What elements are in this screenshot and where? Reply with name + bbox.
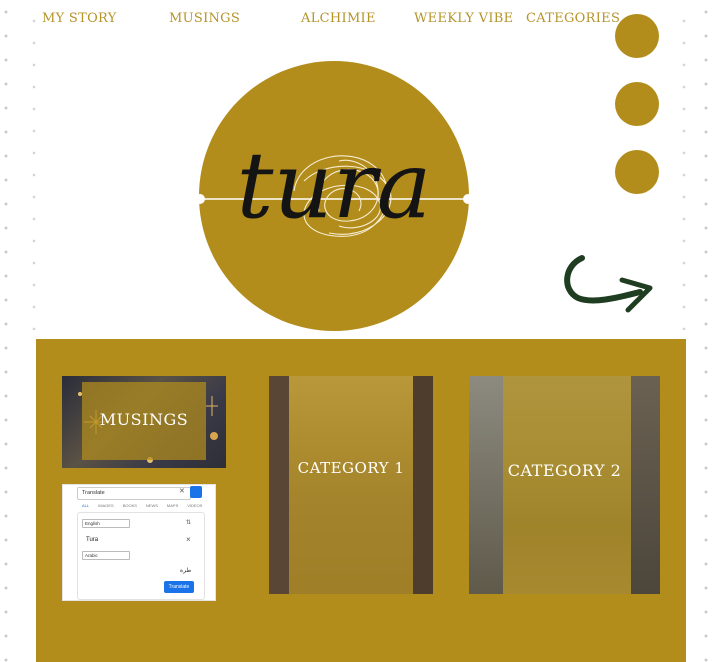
category-2-card[interactable]: CATEGORY 2 xyxy=(469,376,660,594)
category-2-overlay xyxy=(503,376,631,594)
clear-source-icon[interactable]: × xyxy=(186,535,191,544)
search-tabs: ALL IMAGES BOOKS NEWS MAPS VIDEOS xyxy=(82,503,211,508)
tab-images[interactable]: IMAGES xyxy=(98,503,114,508)
curved-arrow-icon xyxy=(564,255,653,313)
category-1-card[interactable]: CATEGORY 1 xyxy=(269,376,433,594)
logo-left-knob xyxy=(195,194,205,204)
nav-my-story[interactable]: MY STORY xyxy=(42,11,117,26)
inner-left-dot-border xyxy=(30,10,38,330)
trees-left xyxy=(469,376,503,594)
source-text: Tura xyxy=(86,537,99,543)
nav-categories[interactable]: CATEGORIES xyxy=(526,11,620,26)
menu-dot-3[interactable] xyxy=(615,150,659,194)
category-2-label: CATEGORY 2 xyxy=(507,461,622,480)
logo-scribble: tura xyxy=(199,132,469,239)
translate-button[interactable]: Translate xyxy=(164,581,194,593)
menu-dot-1[interactable] xyxy=(615,14,659,58)
target-language-select[interactable]: Arabic xyxy=(82,551,130,560)
tab-books[interactable]: BOOKS xyxy=(123,503,137,508)
right-dot-border xyxy=(700,0,712,662)
translate-search-input[interactable]: Translate xyxy=(77,487,191,500)
menu-dot-2[interactable] xyxy=(615,82,659,126)
hero-logo-circle: tura xyxy=(195,61,473,331)
logo-text: tura xyxy=(236,132,431,239)
top-nav: MY STORY MUSINGS ALCHIMIE WEEKLY VIBE CA… xyxy=(0,0,720,36)
tab-videos[interactable]: VIDEOS xyxy=(187,503,202,508)
swap-icon[interactable]: ⇅ xyxy=(186,519,191,526)
nav-weekly-vibe[interactable]: WEEKLY VIBE xyxy=(414,11,513,26)
source-language-select[interactable]: English xyxy=(82,519,130,528)
translate-screenshot-card[interactable]: Translate ✕ ALL IMAGES BOOKS NEWS MAPS VIDEOS… xyxy=(62,484,216,601)
nav-alchimie[interactable]: ALCHIMIE xyxy=(301,11,376,26)
result-text: طرة xyxy=(180,568,192,574)
left-dot-border xyxy=(0,0,12,662)
musings-card-label: MUSINGS xyxy=(99,410,189,429)
alley-wall-left xyxy=(269,376,289,594)
tab-all[interactable]: ALL xyxy=(82,503,89,508)
clear-icon[interactable]: ✕ xyxy=(179,487,185,495)
tab-news[interactable]: NEWS xyxy=(146,503,158,508)
category-1-label: CATEGORY 1 xyxy=(297,459,405,477)
nav-musings[interactable]: MUSINGS xyxy=(169,11,240,26)
logo-right-knob xyxy=(463,194,473,204)
category-1-overlay xyxy=(289,376,413,594)
inner-right-dot-border xyxy=(680,10,688,330)
tab-maps[interactable]: MAPS xyxy=(167,503,178,508)
trees-right xyxy=(631,376,660,594)
musings-card[interactable]: MUSINGS xyxy=(62,376,226,468)
alley-wall-right xyxy=(413,376,433,594)
search-icon[interactable] xyxy=(190,486,202,498)
